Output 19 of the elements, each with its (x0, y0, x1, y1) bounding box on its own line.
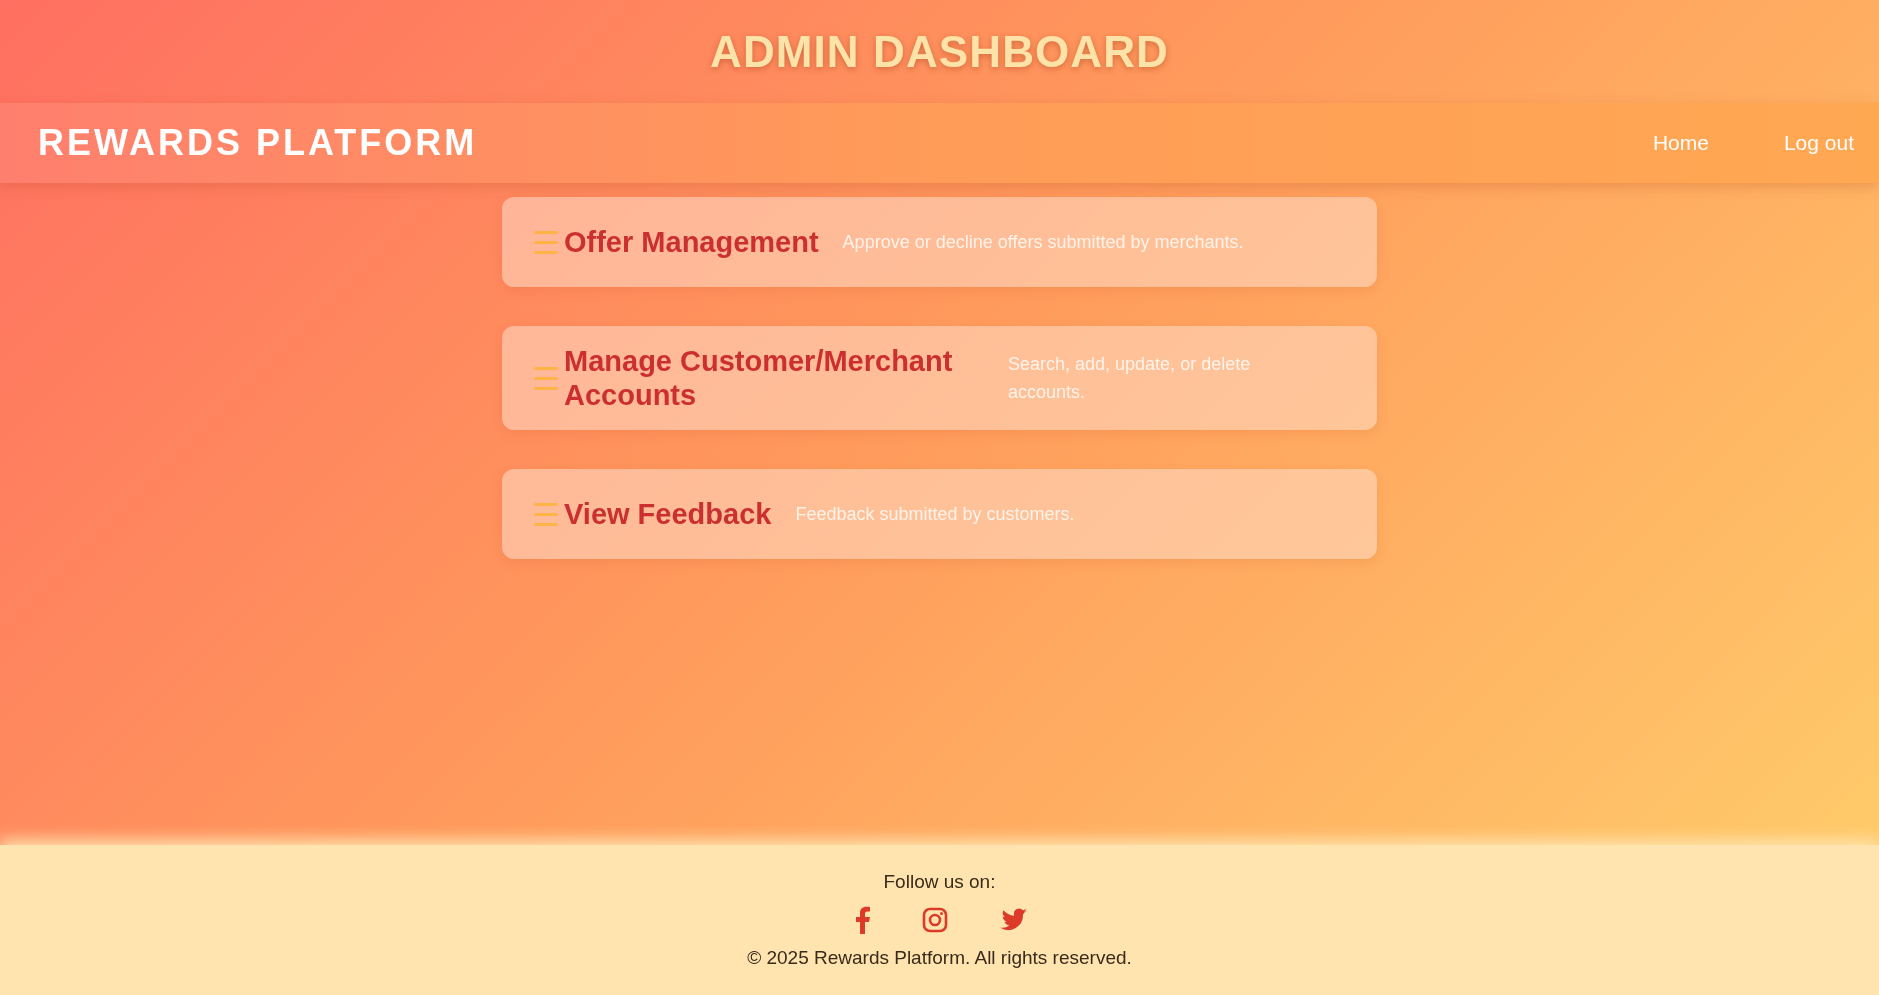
card-title: Manage Customer/Merchant Accounts (564, 344, 954, 412)
card-description: Search, add, update, or delete accounts. (1008, 353, 1252, 404)
follow-text: Follow us on: (883, 869, 996, 894)
dashboard-card[interactable]: View Feedback Feedback submitted by customers. (502, 469, 1377, 559)
card-description: Approve or decline offers submitted by merchants. (842, 231, 1245, 254)
page-title: ADMIN DASHBOARD (710, 25, 1169, 78)
nav-link[interactable]: Log out (1783, 127, 1854, 159)
dashboard-card[interactable]: Manage Customer/Merchant Accounts Search, add, update, or delete accounts. (502, 326, 1377, 430)
card-title: View Feedback (564, 497, 772, 531)
brand-title: REWARDS PLATFORM (38, 121, 478, 165)
dashboard-card[interactable]: Offer Management Approve or decline offers submitted by merchants. (502, 197, 1377, 287)
card-description: Feedback submitted by customers. (795, 503, 1076, 526)
lines-icon (534, 502, 558, 526)
card-title: Offer Management (564, 225, 819, 259)
nav-link[interactable]: Home (1652, 127, 1709, 159)
lines-icon (534, 366, 558, 390)
camera-icon[interactable] (921, 907, 948, 933)
lines-icon (534, 230, 558, 254)
copyright-text: © 2025 Rewards Platform. All rights reserved. (747, 946, 1132, 970)
